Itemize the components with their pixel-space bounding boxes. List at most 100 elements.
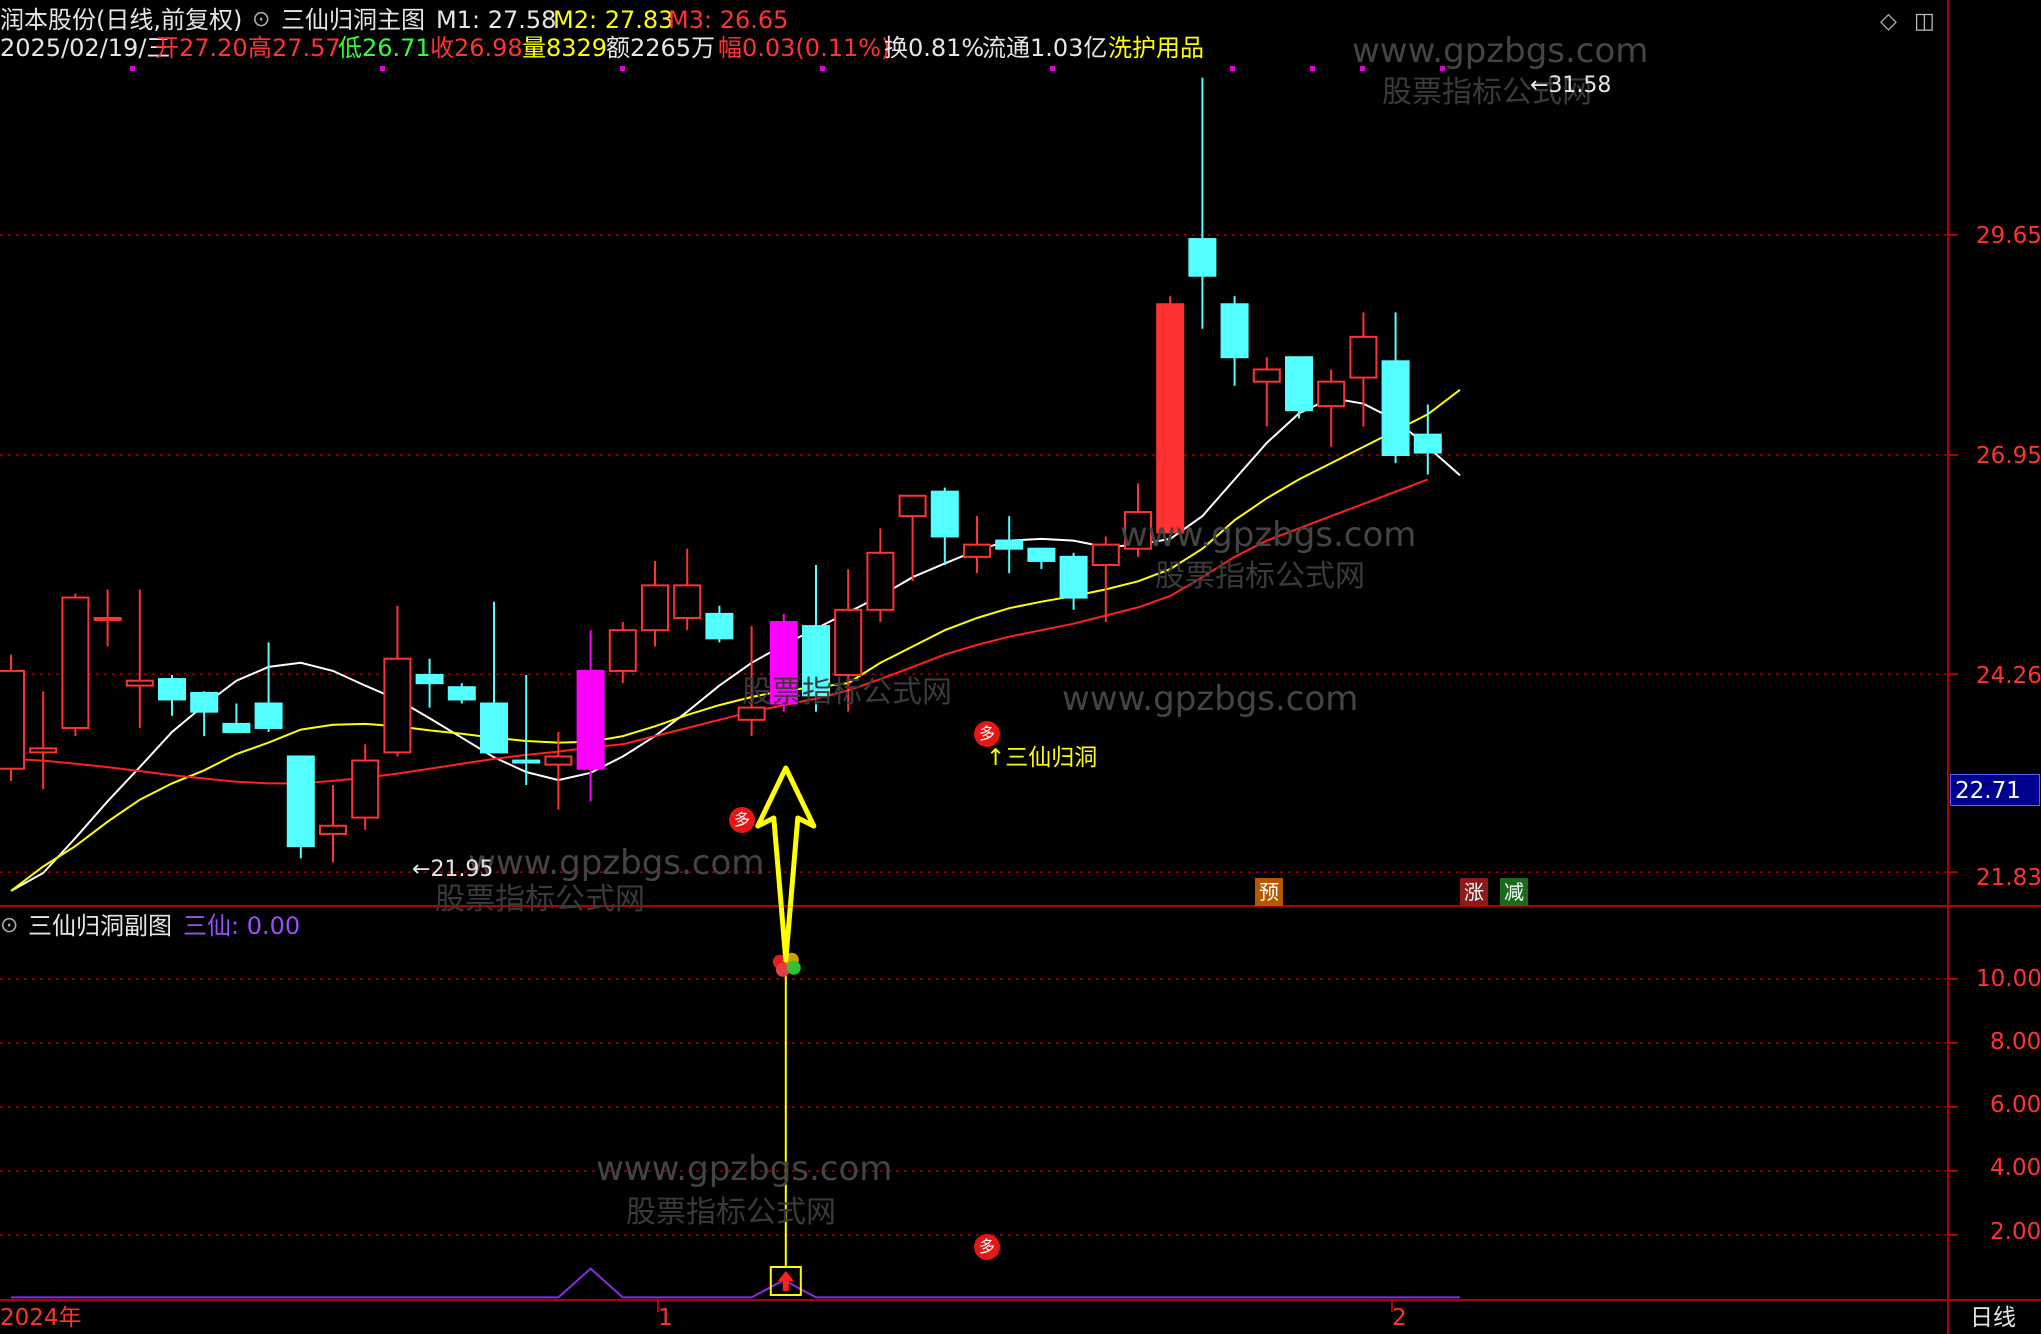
candlestick-series <box>0 77 1442 863</box>
candle-body <box>641 584 669 632</box>
signal-dot <box>820 66 825 71</box>
candle-body <box>125 679 154 687</box>
period-label[interactable]: 日线 <box>1970 1304 2016 1332</box>
candle-body <box>576 669 605 770</box>
volume-value: 量8329 <box>522 34 608 62</box>
candle-body <box>1349 335 1378 379</box>
candle-body <box>963 543 991 558</box>
buy-badge: 多 <box>974 1234 1000 1260</box>
kline-chart-canvas <box>0 0 2041 1334</box>
high-price-marker: ←31.58 <box>1530 73 1612 98</box>
turnover-value: 换0.81% <box>884 34 985 62</box>
sub-y-tick-label: 6.00 <box>1990 1092 2041 1118</box>
diamond-icon[interactable]: ◇ <box>1880 8 1897 36</box>
signal-dot <box>786 960 801 975</box>
candle-body <box>158 678 186 701</box>
high-value: 高27.57 <box>248 34 341 62</box>
float-cap-value: 流通1.03亿 <box>982 34 1108 62</box>
sub-y-tick-label: 8.00 <box>1990 1029 2041 1055</box>
watermark-url: www.gpzbgs.com <box>1120 515 1417 555</box>
candle-body <box>1220 303 1249 359</box>
sanxian-line <box>11 1267 1460 1299</box>
collapse-icon[interactable]: ⊙ <box>0 912 18 940</box>
bar-date: 2025/02/19/三 <box>0 34 171 62</box>
sub-indicator-value: 三仙: 0.00 <box>183 912 301 940</box>
y-tick-label: 24.26 <box>1976 663 2041 689</box>
x-axis-label: 1 <box>658 1305 673 1331</box>
watermark-url: www.gpzbgs.com <box>1062 679 1359 719</box>
signal-dot <box>1050 66 1055 71</box>
candle-body <box>930 490 959 538</box>
candle-body <box>93 616 122 621</box>
candle-body <box>415 674 444 685</box>
sector-value: 洗护用品 <box>1108 34 1204 62</box>
sub-y-tick-label: 4.00 <box>1990 1155 2041 1181</box>
candle-body <box>898 494 927 518</box>
watermark-url: www.gpzbgs.com <box>596 1149 893 1189</box>
big-arrow-icon <box>755 765 817 963</box>
watermark-url: www.gpzbgs.com <box>1352 31 1649 71</box>
ma2-value: M2: 27.83 <box>553 6 674 34</box>
main-indicator-name[interactable]: 三仙归洞主图 <box>281 6 425 34</box>
up-arrow-icon <box>777 1271 794 1291</box>
candle-body <box>1381 360 1410 456</box>
x-axis-label: 2 <box>1392 1305 1407 1331</box>
candle-body <box>1285 356 1313 412</box>
low-value: 低26.71 <box>338 34 431 62</box>
candle-body <box>608 629 637 672</box>
window-toggle-icon[interactable]: ◫ <box>1914 8 1935 36</box>
candle-body <box>1413 433 1442 454</box>
sub-y-tick-label: 10.00 <box>1976 966 2041 992</box>
badge-yu: 预 <box>1255 878 1283 906</box>
change-value: 幅0.03(0.11%) <box>718 34 891 62</box>
x-axis-label: 2024年 <box>0 1305 82 1331</box>
candle-body <box>544 755 573 766</box>
low-price-marker: ←21.95 <box>412 857 494 882</box>
y-tick-label: 29.65 <box>1976 223 2041 249</box>
current-price-box: 22.71 <box>1950 774 2040 806</box>
candle-body <box>1027 547 1056 562</box>
buy-badge: 多 <box>729 807 755 833</box>
ma1-value: M1: 27.58 <box>436 6 557 34</box>
candle-body <box>1252 368 1281 383</box>
signal-label: ↑三仙归洞 <box>986 745 1098 771</box>
stock-name: 润本股份(日线,前复权) <box>0 6 243 34</box>
candle-body <box>1091 543 1120 567</box>
grid-lines <box>0 0 2041 1334</box>
candle-body <box>0 669 25 770</box>
signal-dot <box>380 66 385 71</box>
candle-body <box>383 657 412 754</box>
watermark-name: 股票指标公式网 <box>626 1195 836 1230</box>
buy-badge: 多 <box>974 721 1000 747</box>
close-value: 收26.98 <box>430 34 523 62</box>
candle-body <box>351 759 380 819</box>
badge-jian: 减 <box>1500 878 1528 906</box>
signal-dot <box>620 66 625 71</box>
candle-body <box>319 824 347 835</box>
open-value: 开27.20 <box>155 34 248 62</box>
watermark-name: 股票指标公式网 <box>1155 559 1365 594</box>
y-tick-label: 21.83 <box>1976 865 2041 891</box>
candle-body <box>1188 238 1217 277</box>
signal-dot <box>1230 66 1235 71</box>
y-tick-label: 26.95 <box>1976 443 2041 469</box>
candle-body <box>866 551 895 611</box>
candle-body <box>1059 555 1088 599</box>
sub-indicator-name[interactable]: 三仙归洞副图 <box>28 912 172 940</box>
candle-body <box>1317 380 1346 408</box>
candle-body <box>1156 303 1185 534</box>
candle-body <box>29 747 58 754</box>
watermark-name: 股票指标公式网 <box>435 882 645 917</box>
sub-indicator-series <box>11 952 1460 1299</box>
candle-body <box>61 596 90 729</box>
collapse-icon[interactable]: ⊙ <box>252 6 270 34</box>
candle-body <box>995 539 1024 550</box>
candle-body <box>222 722 251 734</box>
candle-body <box>834 608 863 677</box>
candle-body <box>705 612 734 640</box>
watermark-url: www.gpzbgs.com <box>468 843 765 883</box>
candle-body <box>286 755 315 848</box>
badge-zhang: 涨 <box>1460 878 1488 906</box>
candle-body <box>673 584 702 619</box>
signal-dot <box>130 66 135 71</box>
